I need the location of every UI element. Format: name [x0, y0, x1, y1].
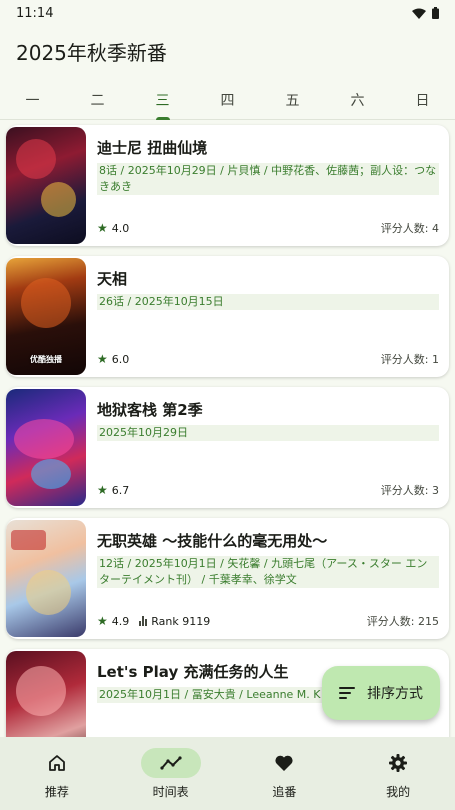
- bar-chart-icon: [139, 616, 148, 626]
- tab-label: 四: [220, 92, 235, 109]
- score-group: ★ 6.0: [97, 352, 129, 366]
- anime-stats: ★ 6.0 评分人数: 1: [97, 351, 439, 367]
- anime-title: 天相: [97, 270, 128, 288]
- anime-card[interactable]: 迪士尼 扭曲仙境 8话 / 2025年10月29日 / 片貝慎 / 中野花香、佐…: [6, 125, 449, 246]
- home-icon: [48, 755, 65, 771]
- page-title: 2025年秋季新番: [16, 40, 167, 65]
- heart-icon: [275, 755, 293, 771]
- anime-title: 迪士尼 扭曲仙境: [97, 139, 208, 157]
- score-value: 6.0: [111, 352, 130, 366]
- tab-friday[interactable]: 五: [260, 80, 325, 119]
- sort-button-label: 排序方式: [367, 686, 423, 702]
- tab-saturday[interactable]: 六: [325, 80, 390, 119]
- score-value: 6.7: [111, 483, 130, 497]
- nav-pill: [254, 748, 314, 778]
- cover-banner: 优酷独播: [30, 355, 62, 364]
- tab-label: 六: [350, 92, 365, 109]
- nav-item-profile[interactable]: 我的: [341, 737, 455, 810]
- tab-label: 一: [25, 92, 40, 109]
- status-time: 11:14: [16, 5, 54, 21]
- timeline-icon: [160, 756, 182, 770]
- score: ★ 6.7: [97, 483, 129, 497]
- nav-label: 我的: [386, 785, 411, 799]
- status-icons: [412, 7, 439, 19]
- anime-card[interactable]: 优酷独播 天相 26话 / 2025年10月15日 ★ 6.0 评分人数: 1: [6, 256, 449, 377]
- anime-cover-image: [6, 127, 86, 244]
- anime-stats: ★ 4.9 Rank 9119 评分人数: 215: [97, 613, 439, 629]
- nav-label: 时间表: [152, 785, 189, 799]
- nav-item-recommend[interactable]: 推荐: [0, 737, 114, 810]
- rater-count: 评分人数: 3: [380, 484, 439, 497]
- nav-label: 推荐: [44, 785, 69, 799]
- score-group: ★ 4.9 Rank 9119: [97, 614, 210, 628]
- gear-icon: [389, 754, 408, 772]
- anime-meta: 8话 / 2025年10月29日 / 片貝慎 / 中野花香、佐藤茜；副人设：つな…: [97, 163, 439, 195]
- anime-stats: ★ 6.7 评分人数: 3: [97, 482, 439, 498]
- anime-meta: 12话 / 2025年10月1日 / 矢花馨 / 九頭七尾（アース・スター エン…: [97, 556, 439, 588]
- rater-count: 评分人数: 4: [380, 222, 439, 235]
- nav-pill: [27, 748, 87, 778]
- tab-label: 二: [90, 92, 105, 109]
- app-bar: 2025年秋季新番: [0, 26, 455, 76]
- tab-thursday[interactable]: 四: [195, 80, 260, 119]
- sort-icon: [339, 687, 355, 699]
- rank: Rank 9119: [139, 615, 210, 628]
- tab-label: 日: [415, 92, 430, 109]
- anime-meta: 26话 / 2025年10月15日: [97, 294, 439, 310]
- tab-indicator: [155, 117, 170, 120]
- bottom-navigation: 推荐 时间表 追番 我的: [0, 737, 455, 810]
- anime-card[interactable]: 地狱客栈 第2季 2025年10月29日 ★ 6.7 评分人数: 3: [6, 387, 449, 508]
- wifi-icon: [412, 8, 426, 19]
- score-group: ★ 6.7: [97, 483, 129, 497]
- battery-icon: [432, 7, 439, 19]
- rater-count: 评分人数: 215: [366, 615, 439, 628]
- nav-pill: [368, 748, 428, 778]
- score: ★ 6.0: [97, 352, 129, 366]
- nav-item-schedule[interactable]: 时间表: [114, 737, 228, 810]
- tab-label: 五: [285, 92, 300, 109]
- score: ★ 4.9: [97, 614, 129, 628]
- nav-label: 追番: [272, 785, 297, 799]
- anime-title: 地狱客栈 第2季: [97, 401, 203, 419]
- anime-info: 天相 26话 / 2025年10月15日 ★ 6.0 评分人数: 1: [86, 256, 449, 377]
- anime-info: 地狱客栈 第2季 2025年10月29日 ★ 6.7 评分人数: 3: [86, 387, 449, 508]
- anime-info: 无职英雄 〜技能什么的毫无用处〜 12话 / 2025年10月1日 / 矢花馨 …: [86, 518, 449, 639]
- anime-cover-image: [6, 651, 86, 737]
- anime-card[interactable]: 无职英雄 〜技能什么的毫无用处〜 12话 / 2025年10月1日 / 矢花馨 …: [6, 518, 449, 639]
- sort-button[interactable]: 排序方式: [322, 666, 440, 720]
- score-value: 4.0: [111, 221, 130, 235]
- star-icon: ★: [97, 483, 108, 497]
- score-value: 4.9: [111, 614, 130, 628]
- anime-stats: ★ 4.0 评分人数: 4: [97, 220, 439, 236]
- anime-info: 迪士尼 扭曲仙境 8话 / 2025年10月29日 / 片貝慎 / 中野花香、佐…: [86, 125, 449, 246]
- rater-count: 评分人数: 1: [380, 353, 439, 366]
- tab-sunday[interactable]: 日: [390, 80, 455, 119]
- nav-item-following[interactable]: 追番: [228, 737, 342, 810]
- star-icon: ★: [97, 221, 108, 235]
- anime-title: 无职英雄 〜技能什么的毫无用处〜: [97, 532, 328, 550]
- anime-cover-image: 优酷独播: [6, 258, 86, 375]
- status-bar: 11:14: [0, 0, 455, 26]
- score: ★ 4.0: [97, 221, 129, 235]
- rank-value: Rank 9119: [151, 614, 211, 628]
- score-group: ★ 4.0: [97, 221, 129, 235]
- anime-meta: 2025年10月29日: [97, 425, 439, 441]
- anime-list[interactable]: 迪士尼 扭曲仙境 8话 / 2025年10月29日 / 片貝慎 / 中野花香、佐…: [0, 121, 455, 737]
- weekday-tabs: 一 二 三 四 五 六 日: [0, 80, 455, 120]
- anime-cover-image: [6, 389, 86, 506]
- star-icon: ★: [97, 614, 108, 628]
- tab-tuesday[interactable]: 二: [65, 80, 130, 119]
- tab-monday[interactable]: 一: [0, 80, 65, 119]
- tab-wednesday[interactable]: 三: [130, 80, 195, 120]
- tab-label: 三: [155, 92, 170, 109]
- star-icon: ★: [97, 352, 108, 366]
- nav-pill: [140, 748, 201, 778]
- anime-cover-image: [6, 520, 86, 637]
